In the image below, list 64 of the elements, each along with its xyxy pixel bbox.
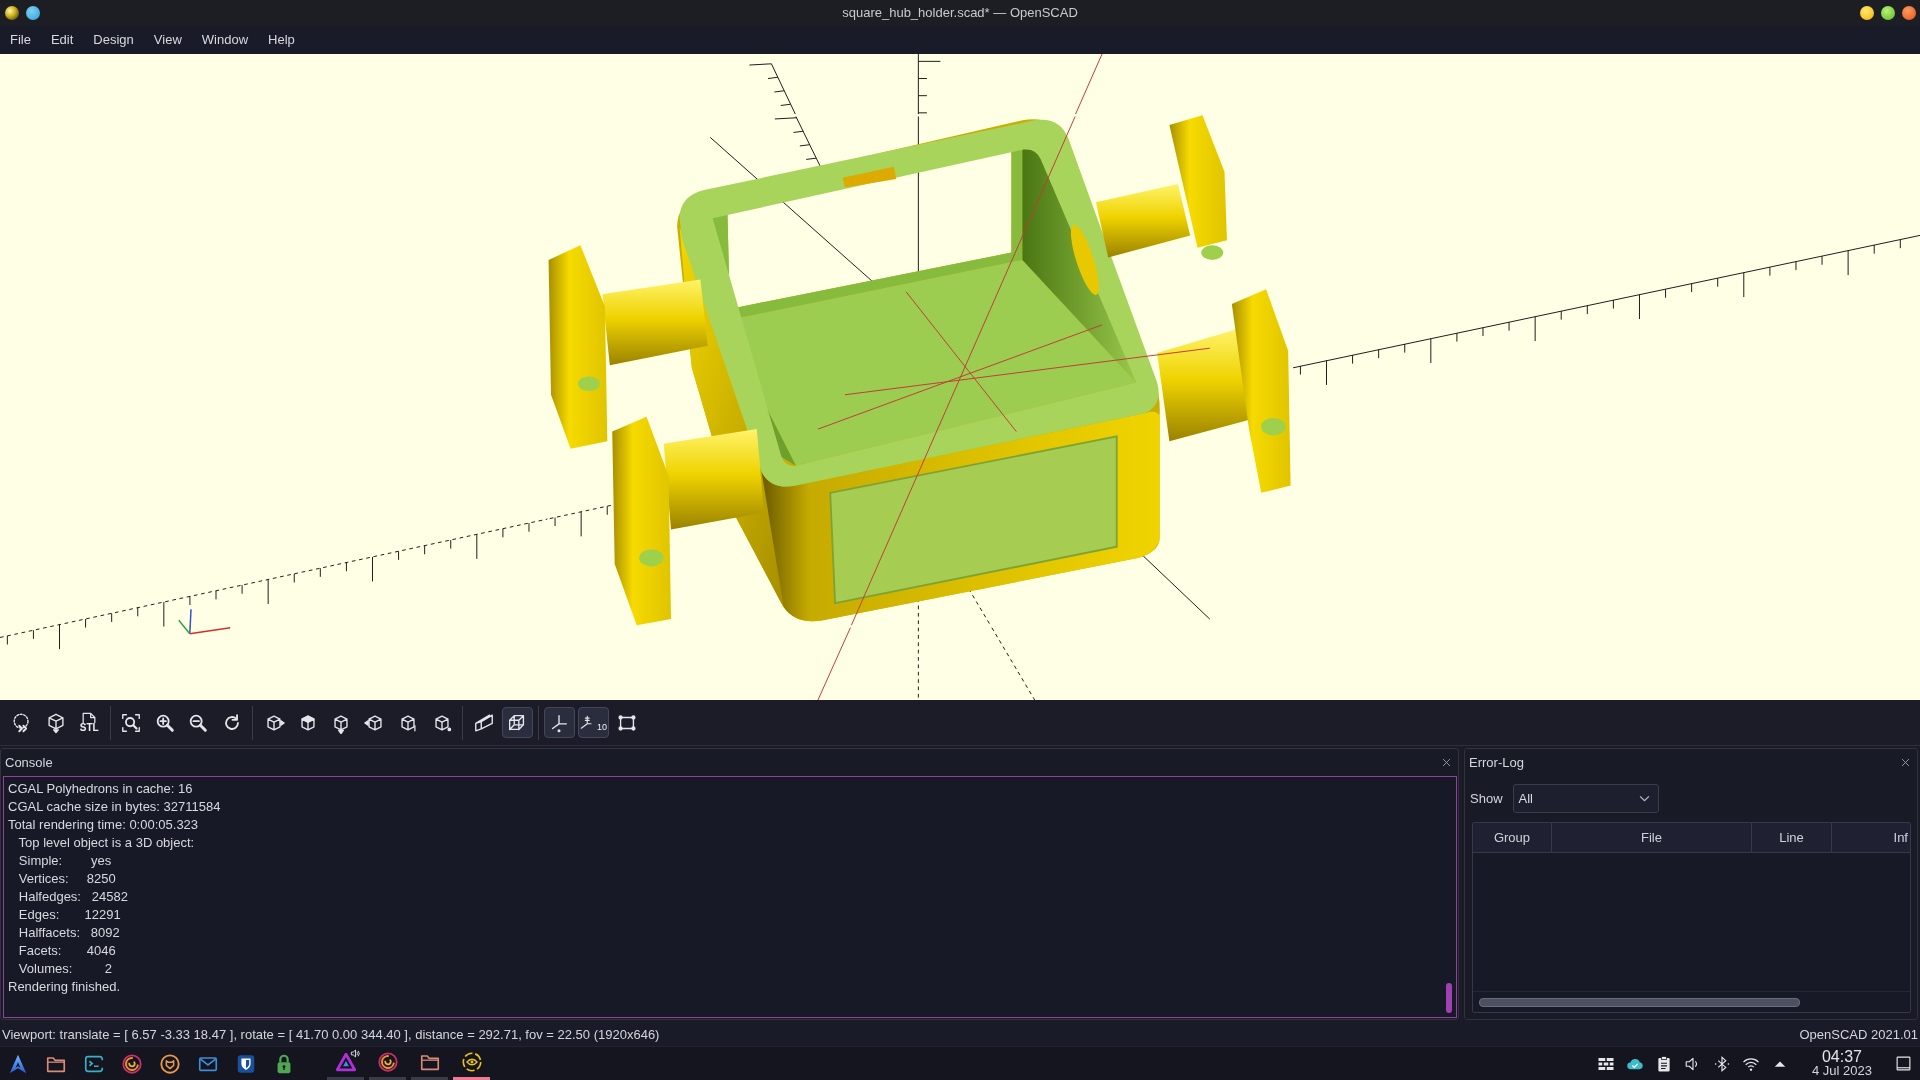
triangle-icon	[334, 1051, 357, 1073]
menu-item[interactable]: Help	[258, 27, 305, 52]
toolbar-button[interactable]	[501, 707, 533, 738]
console-line: CGAL Polyhedrons in cache: 16	[8, 780, 194, 798]
bluetooth-icon[interactable]	[1713, 1054, 1731, 1073]
console-line: CGAL cache size in bytes: 32711584	[8, 798, 222, 816]
toolbar-button[interactable]	[543, 707, 575, 738]
close-button[interactable]	[1902, 5, 1916, 20]
menu-item[interactable]: Edit	[40, 27, 84, 52]
console-line: Edges: 12291	[17, 906, 122, 924]
console-line: Halffacets: 8092	[17, 924, 121, 942]
console-line: Total rendering time: 0:00:05.323	[8, 816, 200, 834]
eye-ring-icon	[460, 1051, 483, 1073]
console-line: Facets: 4046	[17, 942, 117, 960]
column-header[interactable]: Inf	[1832, 823, 1910, 852]
window-button[interactable]	[26, 5, 40, 20]
column-header[interactable]: Group	[1473, 823, 1552, 852]
window-title: square_hub_holder.scad* — OpenSCAD	[842, 5, 1078, 20]
menu-item[interactable]: Design	[83, 27, 144, 52]
status-text: Viewport: translate = [ 6.57 -3.33 18.47 ], rotate = [ 41.70 0.00 344.40 ], distance = 292.71, fov = 22.50 (1920x646)	[2, 1026, 660, 1042]
maximize-button[interactable]	[1881, 5, 1895, 20]
magnifier-frame-icon	[120, 711, 143, 734]
filter-label: Show	[1470, 791, 1503, 806]
menu-item[interactable]: File	[0, 27, 41, 52]
console-line: Rendering finished.	[8, 978, 122, 996]
column-header[interactable]: File	[1552, 823, 1752, 852]
speaker-icon	[350, 1048, 361, 1059]
console-line: Simple: yes	[17, 852, 113, 870]
menu-item[interactable]: View	[143, 27, 192, 52]
z-axis-drawing	[917, 54, 941, 115]
crosshair-line	[1075, 54, 1103, 115]
menu-item[interactable]: Window	[191, 27, 259, 52]
close-icon	[1441, 757, 1452, 768]
chevron-down-icon	[1638, 795, 1650, 802]
taskbar-task[interactable]	[327, 1047, 364, 1080]
shield-icon[interactable]	[235, 1052, 257, 1075]
toolbar-button[interactable]: STL	[73, 707, 105, 738]
frustum-icon	[472, 711, 495, 734]
console-line: Top level object is a 3D object:	[17, 834, 196, 852]
column-header[interactable]: Line	[1752, 823, 1832, 852]
ball-icon[interactable]	[5, 5, 19, 20]
tick-ladder-drawing	[748, 63, 796, 115]
version-text: OpenSCAD 2021.01	[1799, 1026, 1918, 1042]
scrollbar-thumb[interactable]	[1479, 997, 1800, 1007]
axis-indicator-drawing	[178, 608, 231, 635]
swirl-circle-icon[interactable]	[121, 1052, 143, 1075]
close-button[interactable]	[1441, 757, 1452, 768]
toolbar-button[interactable]: 10	[577, 707, 609, 738]
scrollbar-thumb[interactable]	[1446, 983, 1452, 1013]
console-line: Volumes: 2	[17, 960, 114, 978]
window-frame-icon[interactable]	[1895, 1055, 1912, 1072]
minimize-button[interactable]	[1860, 5, 1874, 20]
panel-title: Console	[5, 755, 53, 770]
filter-select[interactable]: All	[1512, 784, 1659, 813]
console-line: Vertices: 8250	[17, 870, 117, 888]
clipboard-icon[interactable]	[1655, 1054, 1673, 1073]
face-circle-icon[interactable]	[159, 1052, 181, 1075]
close-button[interactable]	[1900, 757, 1911, 768]
console-line: Halfedges: 24582	[17, 888, 129, 906]
swirl-circle-icon	[376, 1051, 399, 1073]
close-icon	[1900, 757, 1911, 768]
panel-title: Error-Log	[1469, 755, 1524, 770]
clock-date[interactable]: 4 Jul 2023	[1812, 1064, 1872, 1078]
clock-time[interactable]: 04:37	[1821, 1049, 1862, 1064]
